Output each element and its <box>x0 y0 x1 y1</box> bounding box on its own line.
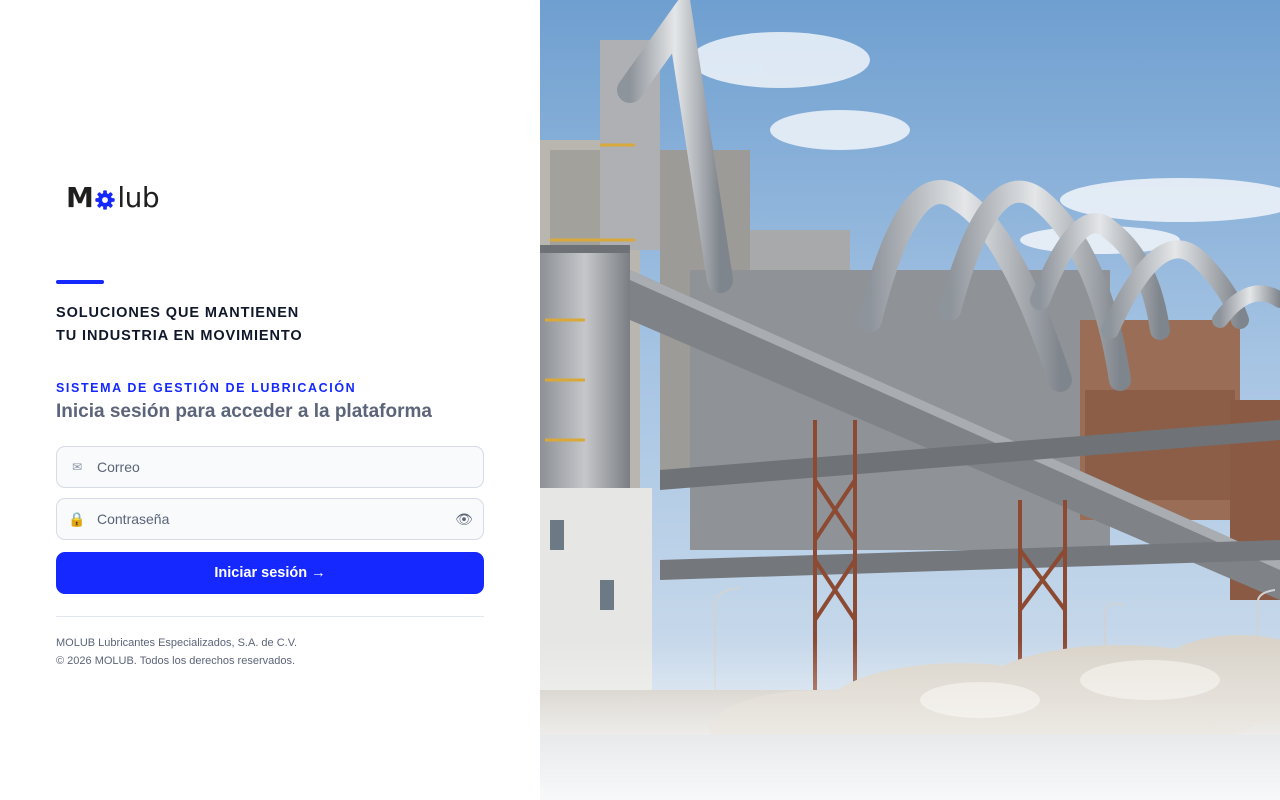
password-field[interactable]: 🔒 👁 <box>56 498 484 540</box>
system-label: SISTEMA DE GESTIÓN DE LUBRICACIÓN <box>56 381 357 395</box>
industrial-plant-illustration <box>540 0 1280 800</box>
lock-icon: 🔒 <box>68 510 86 527</box>
footer-company: MOLUB Lubricantes Especializados, S.A. d… <box>56 637 298 649</box>
hero-tagline: SOLUCIONES QUE MANTIENEN TU INDUSTRIA EN… <box>56 302 303 348</box>
tagline-line-2: TU INDUSTRIA EN MOVIMIENTO <box>56 328 303 344</box>
mail-icon: ✉ <box>71 460 83 474</box>
email-input[interactable] <box>97 447 483 487</box>
login-submit-button[interactable]: Iniciar sesión → <box>56 552 484 594</box>
login-subtitle: Inicia sesión para acceder a la platafor… <box>56 401 432 422</box>
accent-bar <box>56 280 104 284</box>
footer-divider <box>56 616 484 617</box>
logo-letters-lub: lub <box>117 180 160 214</box>
molub-logo: M lub <box>66 180 160 214</box>
tagline-line-1: SOLUCIONES QUE MANTIENEN <box>56 305 300 321</box>
footer: MOLUB Lubricantes Especializados, S.A. d… <box>56 634 297 670</box>
gear-icon <box>95 190 115 210</box>
eye-icon[interactable]: 👁 <box>445 511 483 528</box>
hero-image-industrial-plant <box>540 0 1280 800</box>
password-input[interactable] <box>97 499 445 539</box>
footer-copyright: © 2026 MOLUB. Todos los derechos reserva… <box>56 655 296 667</box>
email-field[interactable]: ✉ <box>56 446 484 488</box>
logo-letter-m: M <box>66 180 94 214</box>
login-panel: M lub SOLUCIONES QUE MANTIENEN TU INDUST… <box>0 0 540 800</box>
